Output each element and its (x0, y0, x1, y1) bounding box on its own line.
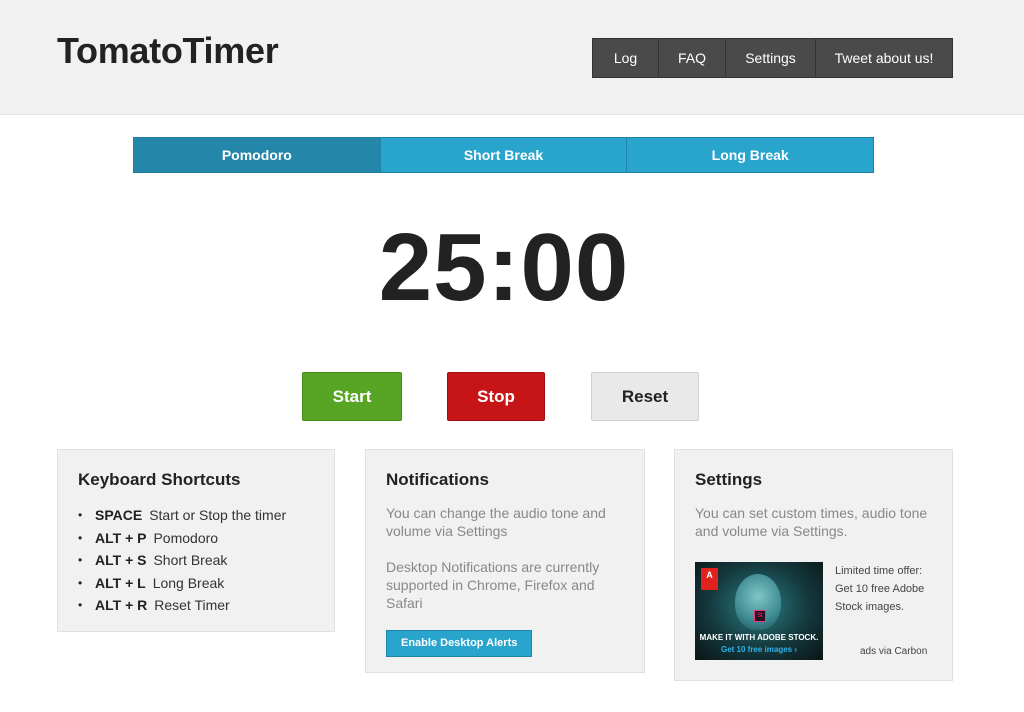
ad-image[interactable]: A St MAKE IT WITH ADOBE STOCK. Get 10 fr… (695, 562, 823, 660)
shortcut-key: ALT + P (95, 529, 147, 546)
shortcut-action: Long Break (152, 574, 225, 591)
notifications-support-text: Desktop Notifications are currently supp… (386, 559, 600, 611)
ad-image-cta: Get 10 free images › (720, 645, 798, 654)
site-logo[interactable]: TomatoTimer (57, 30, 279, 72)
settings-text: You can set custom times, audio tone and… (695, 505, 928, 539)
start-button[interactable]: Start (302, 372, 402, 421)
header: TomatoTimer Log FAQ Settings Tweet about… (0, 0, 1024, 115)
nav-tweet-link[interactable]: Tweet about us! (816, 39, 952, 77)
enable-desktop-alerts-button[interactable]: Enable Desktop Alerts (386, 630, 533, 657)
bullet-icon: • (78, 553, 83, 567)
ad-text[interactable]: Limited time offer: Get 10 free Adobe St… (835, 562, 935, 616)
shortcut-action: Start or Stop the timer (149, 507, 287, 523)
keyboard-shortcuts-title: Keyboard Shortcuts (78, 470, 241, 489)
tab-short-break[interactable]: Short Break (380, 138, 628, 172)
timer-display: 25:00 (378, 214, 630, 321)
bullet-icon: • (78, 575, 83, 590)
shortcut-item: • ALT + L Long Break (78, 572, 314, 595)
shortcut-action: Reset Timer (154, 597, 230, 613)
tab-long-break[interactable]: Long Break (627, 138, 874, 172)
bullet-icon: • (78, 508, 83, 522)
nav-log-link[interactable]: Log (593, 39, 659, 77)
nav-faq-link[interactable]: FAQ (659, 39, 726, 77)
shortcut-list: • SPACE Start or Stop the timer • ALT + P Po… (78, 504, 314, 617)
shortcut-item: • ALT + R Reset Timer (78, 594, 314, 617)
shortcut-key: SPACE (95, 507, 143, 523)
shortcut-item: • SPACE Start or Stop the timer (78, 504, 314, 527)
carbon-ad[interactable]: A St MAKE IT WITH ADOBE STOCK. Get 10 fr… (695, 562, 935, 662)
notifications-audio-text: You can change the audio tone and volume… (386, 505, 606, 539)
tab-pomodoro[interactable]: Pomodoro (134, 138, 381, 172)
reset-button[interactable]: Reset (591, 372, 699, 421)
nav-settings-link[interactable]: Settings (726, 39, 816, 77)
keyboard-shortcuts-panel: Keyboard Shortcuts • SPACE Start or Stop t… (57, 449, 335, 632)
shortcut-item: • ALT + P Pomodoro (78, 527, 314, 550)
shortcut-key: ALT + L (95, 574, 146, 591)
notifications-panel: Notifications You can change the audio t… (365, 449, 645, 673)
adobe-stock-badge-icon: St (754, 610, 766, 622)
adobe-logo-icon: A (701, 568, 718, 590)
shortcut-key: ALT + S (95, 552, 147, 568)
stop-button[interactable]: Stop (447, 372, 545, 421)
settings-panel: Settings You can set custom times, audio… (674, 449, 953, 681)
notifications-title: Notifications (386, 470, 489, 489)
ads-via-carbon-link[interactable]: ads via Carbon (860, 646, 927, 657)
shortcut-item: • ALT + S Short Break (78, 549, 314, 572)
bullet-icon: • (78, 598, 83, 612)
ad-image-headline: MAKE IT WITH ADOBE STOCK. (699, 633, 819, 642)
timer-mode-tabs: Pomodoro Short Break Long Break (133, 137, 874, 173)
bullet-icon: • (78, 530, 83, 545)
top-nav: Log FAQ Settings Tweet about us! (592, 38, 953, 78)
settings-title: Settings (695, 470, 763, 489)
shortcut-action: Pomodoro (153, 529, 219, 546)
shortcut-key: ALT + R (95, 597, 148, 613)
shortcut-action: Short Break (153, 552, 228, 568)
